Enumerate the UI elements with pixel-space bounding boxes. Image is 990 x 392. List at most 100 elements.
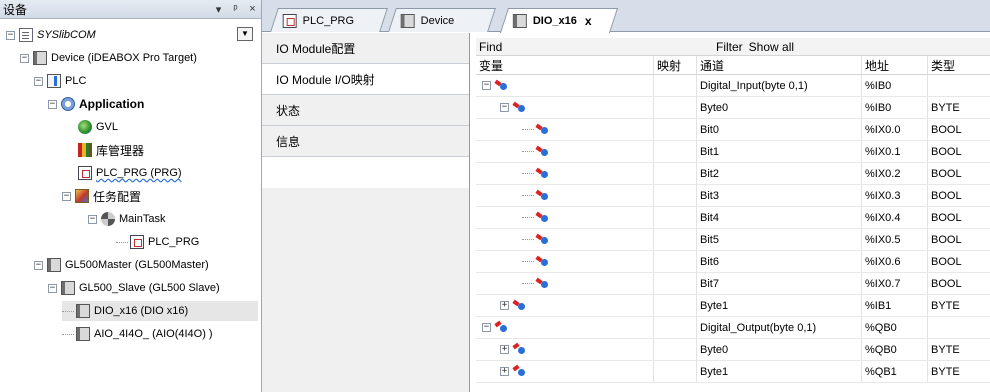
tab-information[interactable]: 信息 bbox=[262, 126, 469, 157]
tree-node-label: MainTask bbox=[119, 213, 166, 225]
input-channel-icon bbox=[536, 125, 548, 135]
variable-cell[interactable]: − bbox=[476, 317, 654, 338]
tree-node-gvl[interactable]: GVL bbox=[78, 117, 118, 137]
table-row[interactable]: + Byte1 %IB1 BYTE bbox=[476, 295, 990, 317]
variable-cell[interactable]: + bbox=[476, 339, 654, 360]
column-header-address[interactable]: 地址 bbox=[862, 56, 928, 74]
collapse-icon[interactable]: − bbox=[20, 53, 29, 63]
variable-cell[interactable] bbox=[476, 273, 654, 294]
mapping-cell[interactable] bbox=[654, 229, 697, 250]
table-row[interactable]: Bit7 %IX0.7 BOOL bbox=[476, 273, 990, 295]
pin-icon[interactable]: ᵖ bbox=[227, 3, 244, 15]
mapping-cell[interactable] bbox=[654, 141, 697, 162]
collapse-icon[interactable]: − bbox=[34, 76, 43, 86]
collapse-icon[interactable]: − bbox=[88, 214, 97, 224]
close-icon[interactable]: × bbox=[244, 3, 261, 15]
collapse-icon[interactable]: − bbox=[48, 283, 57, 293]
collapse-icon[interactable]: − bbox=[500, 103, 509, 112]
tree-node-gl500master[interactable]: − GL500Master (GL500Master) bbox=[34, 255, 209, 275]
mapping-cell[interactable] bbox=[654, 317, 697, 338]
variable-cell[interactable] bbox=[476, 251, 654, 272]
variable-cell[interactable] bbox=[476, 229, 654, 250]
mapping-cell[interactable] bbox=[654, 207, 697, 228]
tab-device[interactable]: Device bbox=[388, 8, 496, 32]
plc-icon bbox=[47, 74, 61, 88]
collapse-icon[interactable]: − bbox=[48, 99, 57, 109]
variable-cell[interactable] bbox=[476, 185, 654, 206]
tree-node-plc-prg-call[interactable]: PLC_PRG bbox=[116, 232, 199, 252]
tab-status[interactable]: 状态 bbox=[262, 95, 469, 126]
variable-cell[interactable]: + bbox=[476, 295, 654, 316]
variable-cell[interactable] bbox=[476, 207, 654, 228]
tree-node-plc-prg[interactable]: PLC_PRG (PRG) bbox=[78, 163, 182, 183]
mapping-cell[interactable] bbox=[654, 185, 697, 206]
tree-node-maintask[interactable]: − MainTask bbox=[88, 209, 165, 229]
tree-node-task-config[interactable]: − 任务配置 bbox=[62, 186, 141, 206]
tab-plc-prg[interactable]: PLC_PRG bbox=[270, 8, 388, 32]
table-row[interactable]: + Byte0 %QB0 BYTE bbox=[476, 339, 990, 361]
tree-node-label: DIO_x16 (DIO x16) bbox=[94, 305, 189, 317]
device-icon bbox=[400, 13, 415, 28]
expand-icon[interactable]: + bbox=[500, 301, 509, 310]
mapping-cell[interactable] bbox=[654, 75, 697, 96]
column-header-variable[interactable]: 变量 bbox=[476, 56, 654, 74]
collapse-icon[interactable]: − bbox=[62, 191, 71, 201]
close-tab-icon[interactable]: x bbox=[585, 14, 592, 28]
tree-node-library-manager[interactable]: 库管理器 bbox=[78, 140, 144, 160]
table-row[interactable]: − Digital_Output(byte 0,1) %QB0 bbox=[476, 317, 990, 339]
mapping-cell[interactable] bbox=[654, 163, 697, 184]
tree-node-dio-x16[interactable]: DIO_x16 (DIO x16) bbox=[62, 301, 258, 321]
mapping-cell[interactable] bbox=[654, 339, 697, 360]
expand-icon[interactable]: + bbox=[500, 345, 509, 354]
table-row[interactable]: Bit0 %IX0.0 BOOL bbox=[476, 119, 990, 141]
table-row[interactable]: Bit4 %IX0.4 BOOL bbox=[476, 207, 990, 229]
table-row[interactable]: − Byte0 %IB0 BYTE bbox=[476, 97, 990, 119]
mapping-cell[interactable] bbox=[654, 361, 697, 382]
table-row[interactable]: Bit1 %IX0.1 BOOL bbox=[476, 141, 990, 163]
mapping-cell[interactable] bbox=[654, 251, 697, 272]
address-cell: %IX0.1 bbox=[862, 141, 928, 162]
tree-node-gl500-slave[interactable]: − GL500_Slave (GL500 Slave) bbox=[48, 278, 220, 298]
tree-node-label: 库管理器 bbox=[96, 143, 145, 158]
variable-cell[interactable] bbox=[476, 163, 654, 184]
table-row[interactable]: − Digital_Input(byte 0,1) %IB0 bbox=[476, 75, 990, 97]
tree-node-device[interactable]: − Device (iDEABOX Pro Target) bbox=[20, 48, 197, 68]
variable-cell[interactable]: − bbox=[476, 75, 654, 96]
collapse-icon[interactable]: − bbox=[6, 30, 15, 40]
mapping-cell[interactable] bbox=[654, 97, 697, 118]
mapping-cell[interactable] bbox=[654, 119, 697, 140]
table-row[interactable]: + Byte1 %QB1 BYTE bbox=[476, 361, 990, 383]
collapse-icon[interactable]: − bbox=[482, 323, 491, 332]
mapping-cell[interactable] bbox=[654, 273, 697, 294]
tree-dropdown-button[interactable]: ▼ bbox=[237, 27, 253, 41]
tree-node-project[interactable]: − SYSlibCOM bbox=[6, 25, 96, 45]
find-input[interactable]: Find bbox=[476, 40, 716, 54]
variable-cell[interactable]: − bbox=[476, 97, 654, 118]
expand-icon[interactable]: + bbox=[500, 367, 509, 376]
variable-cell[interactable] bbox=[476, 141, 654, 162]
table-row[interactable]: Bit5 %IX0.5 BOOL bbox=[476, 229, 990, 251]
tree-node-application[interactable]: − Application bbox=[48, 94, 144, 114]
column-header-type[interactable]: 类型 bbox=[928, 56, 990, 74]
table-row[interactable]: Bit3 %IX0.3 BOOL bbox=[476, 185, 990, 207]
tree-connector bbox=[62, 333, 74, 335]
collapse-icon[interactable]: − bbox=[482, 81, 491, 90]
tab-io-module-io-mapping[interactable]: IO Module I/O映射 bbox=[262, 64, 469, 95]
variable-cell[interactable] bbox=[476, 119, 654, 140]
column-header-channel[interactable]: 通道 bbox=[697, 56, 862, 74]
input-channel-icon bbox=[536, 235, 548, 245]
mapping-cell[interactable] bbox=[654, 295, 697, 316]
table-row[interactable]: Bit2 %IX0.2 BOOL bbox=[476, 163, 990, 185]
tree-node-aio[interactable]: AIO_4I4O_ (AIO(4I4O) ) bbox=[62, 324, 213, 344]
input-channel-icon bbox=[513, 301, 525, 311]
table-row[interactable]: Bit6 %IX0.6 BOOL bbox=[476, 251, 990, 273]
tree-node-plc[interactable]: − PLC bbox=[34, 71, 86, 91]
tab-dio-x16[interactable]: DIO_x16 x bbox=[499, 8, 619, 33]
collapse-icon[interactable]: − bbox=[34, 260, 43, 270]
tab-io-module-config[interactable]: IO Module配置 bbox=[262, 33, 469, 64]
panel-dropdown-icon[interactable]: ▾ bbox=[210, 3, 227, 16]
variable-cell[interactable]: + bbox=[476, 361, 654, 382]
column-header-mapping[interactable]: 映射 bbox=[654, 56, 697, 74]
type-cell: BOOL bbox=[931, 167, 962, 180]
filter-select[interactable]: Show all bbox=[749, 40, 794, 54]
